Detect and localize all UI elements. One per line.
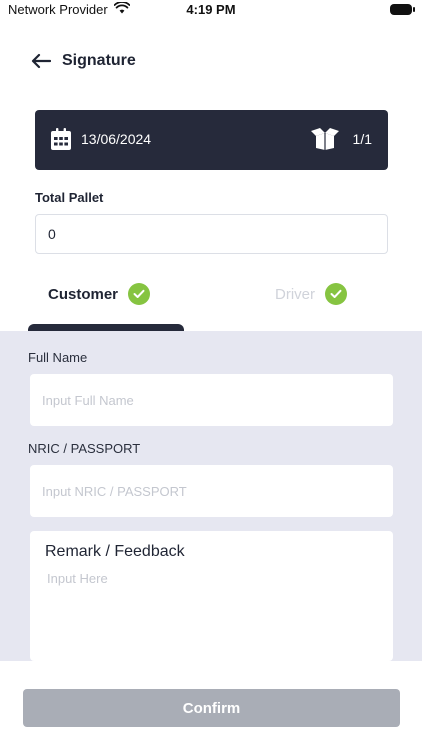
tab-customer-label: Customer: [48, 285, 119, 303]
package-count: 1/1: [310, 128, 372, 150]
total-pallet-field[interactable]: 0: [35, 214, 388, 254]
nric-passport-input[interactable]: [30, 465, 393, 517]
total-pallet-value: 0: [48, 226, 56, 242]
calendar-icon: [51, 128, 71, 150]
delivery-date: 13/06/2024: [51, 128, 151, 150]
package-count-text: 1/1: [352, 131, 372, 147]
remark-textarea[interactable]: [45, 571, 382, 651]
tab-driver-label: Driver: [275, 285, 315, 303]
delivery-date-text: 13/06/2024: [81, 131, 152, 147]
check-circle-icon: [325, 283, 347, 305]
tab-driver[interactable]: Driver: [275, 283, 347, 305]
status-bar: Network Provider 4:19 PM: [0, 0, 422, 22]
open-box-icon: [310, 128, 339, 150]
battery-icon: [390, 4, 415, 15]
signature-screen: Network Provider 4:19 PM Signature 13/06…: [0, 0, 422, 750]
confirm-button[interactable]: Confirm: [23, 689, 400, 727]
delivery-info-card: 13/06/2024 1/1: [35, 110, 388, 170]
back-button[interactable]: [30, 50, 52, 72]
status-time: 4:19 PM: [186, 2, 236, 17]
tab-customer[interactable]: Customer: [48, 283, 151, 305]
arrow-left-icon: [31, 53, 51, 69]
footer: Confirm: [0, 661, 422, 750]
nric-label: NRIC / PASSPORT: [28, 441, 141, 456]
check-circle-icon: [128, 283, 151, 305]
page-title: Signature: [62, 52, 136, 69]
signer-form-panel: Full Name NRIC / PASSPORT Remark / Feedb…: [0, 331, 422, 661]
full-name-label: Full Name: [28, 350, 88, 365]
remark-label: Remark / Feedback: [45, 543, 185, 560]
total-pallet-label: Total Pallet: [35, 190, 104, 205]
page-header: Signature: [30, 50, 136, 72]
remark-box: Remark / Feedback: [30, 531, 393, 661]
signer-tabs: Customer Driver: [0, 275, 422, 332]
full-name-input[interactable]: [30, 374, 393, 426]
